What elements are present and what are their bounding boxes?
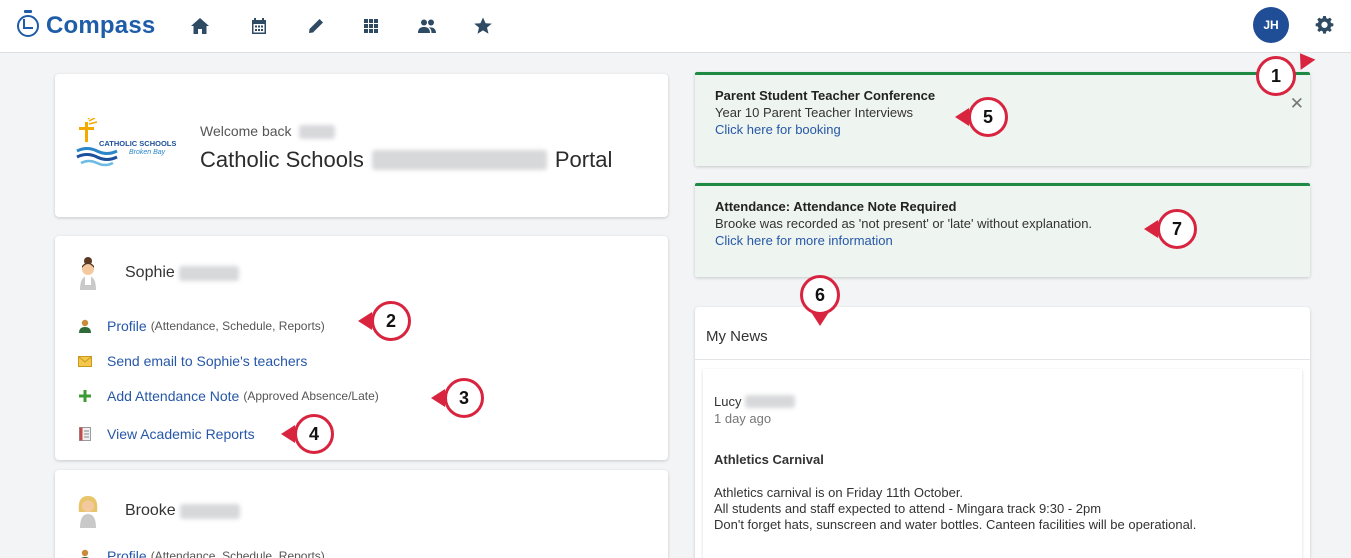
send-email-link[interactable]: Send email to Sophie's teachers: [77, 353, 307, 369]
profile-icon: [77, 549, 93, 558]
redacted-author-surname: [745, 395, 796, 408]
compass-brand[interactable]: Compass: [17, 10, 155, 42]
grid-icon[interactable]: [357, 12, 385, 40]
profile-icon: [77, 319, 93, 333]
callout-arrow: [1144, 220, 1158, 238]
news-author: Lucy: [714, 394, 1291, 409]
star-icon[interactable]: [469, 12, 497, 40]
notice-title: Parent Student Teacher Conference: [715, 88, 936, 103]
profile-link[interactable]: Profile (Attendance, Schedule, Reports): [77, 548, 325, 558]
student-card-sophie: Sophie Profile (Attendance, Schedule, Re…: [55, 236, 668, 460]
callout-6: 6: [800, 275, 840, 315]
catholic-schools-logo: CATHOLIC SCHOOLS Broken Bay: [75, 115, 177, 170]
my-news-panel: My News Lucy 1 day ago Athletics Carniva…: [695, 307, 1310, 558]
news-body: Athletics carnival is on Friday 11th Oct…: [714, 485, 1197, 532]
compass-logo-icon: [17, 10, 39, 37]
callout-arrow: [431, 389, 445, 407]
logo-text: CATHOLIC SCHOOLS: [99, 139, 176, 148]
plus-icon: [77, 389, 93, 403]
notice-text: Brooke was recorded as 'not present' or …: [715, 216, 1093, 231]
callout-5: 5: [968, 97, 1008, 137]
report-icon: [77, 427, 93, 441]
callout-arrow: [955, 108, 969, 126]
redacted-surname: [179, 503, 240, 519]
student-name: Sophie: [125, 264, 175, 281]
callout-4: 4: [294, 414, 334, 454]
logo-subtext: Broken Bay: [129, 149, 166, 156]
student-avatar-icon: [77, 256, 99, 290]
brand-name: Compass: [46, 12, 156, 39]
add-attendance-note-link[interactable]: Add Attendance Note (Approved Absence/La…: [77, 388, 379, 404]
callout-arrow: [358, 312, 372, 330]
close-icon[interactable]: ✕: [1290, 95, 1304, 112]
news-item: Lucy 1 day ago Athletics Carnival Athlet…: [703, 369, 1302, 558]
student-name: Brooke: [125, 502, 176, 519]
calendar-icon[interactable]: [245, 12, 273, 40]
welcome-greeting: Welcome back: [200, 123, 336, 140]
student-avatar-icon: [77, 494, 99, 528]
profile-link[interactable]: Profile (Attendance, Schedule, Reports): [77, 318, 325, 334]
student-header: Brooke: [77, 494, 240, 528]
redacted-surname: [178, 265, 239, 281]
news-time: 1 day ago: [714, 411, 772, 426]
callout-3: 3: [444, 378, 484, 418]
news-header: My News: [695, 307, 1310, 360]
callout-7: 7: [1157, 209, 1197, 249]
pencil-icon[interactable]: [302, 12, 330, 40]
redacted-school-name: [371, 150, 547, 170]
top-navigation-bar: Compass JH: [0, 0, 1351, 53]
email-icon: [77, 354, 93, 368]
gear-icon[interactable]: [1312, 12, 1336, 36]
user-avatar[interactable]: JH: [1253, 7, 1289, 43]
callout-arrow: [811, 312, 829, 326]
student-card-brooke: Brooke Profile (Attendance, Schedule, Re…: [55, 470, 668, 558]
notice-title: Attendance: Attendance Note Required: [715, 199, 957, 214]
callout-1: 1: [1256, 56, 1296, 96]
people-icon[interactable]: [413, 12, 441, 40]
news-title: Athletics Carnival: [714, 452, 824, 467]
portal-title: Catholic Schools Portal: [200, 147, 613, 172]
more-information-link[interactable]: Click here for more information: [715, 232, 1290, 249]
redacted-name: [299, 125, 336, 140]
home-icon[interactable]: [186, 12, 214, 40]
callout-arrow: [281, 425, 295, 443]
welcome-card: CATHOLIC SCHOOLS Broken Bay Welcome back…: [55, 74, 668, 217]
view-academic-reports-link[interactable]: View Academic Reports: [77, 426, 255, 442]
attendance-notice: Attendance: Attendance Note Required Bro…: [695, 183, 1310, 277]
student-header: Sophie: [77, 256, 239, 290]
callout-2: 2: [371, 301, 411, 341]
